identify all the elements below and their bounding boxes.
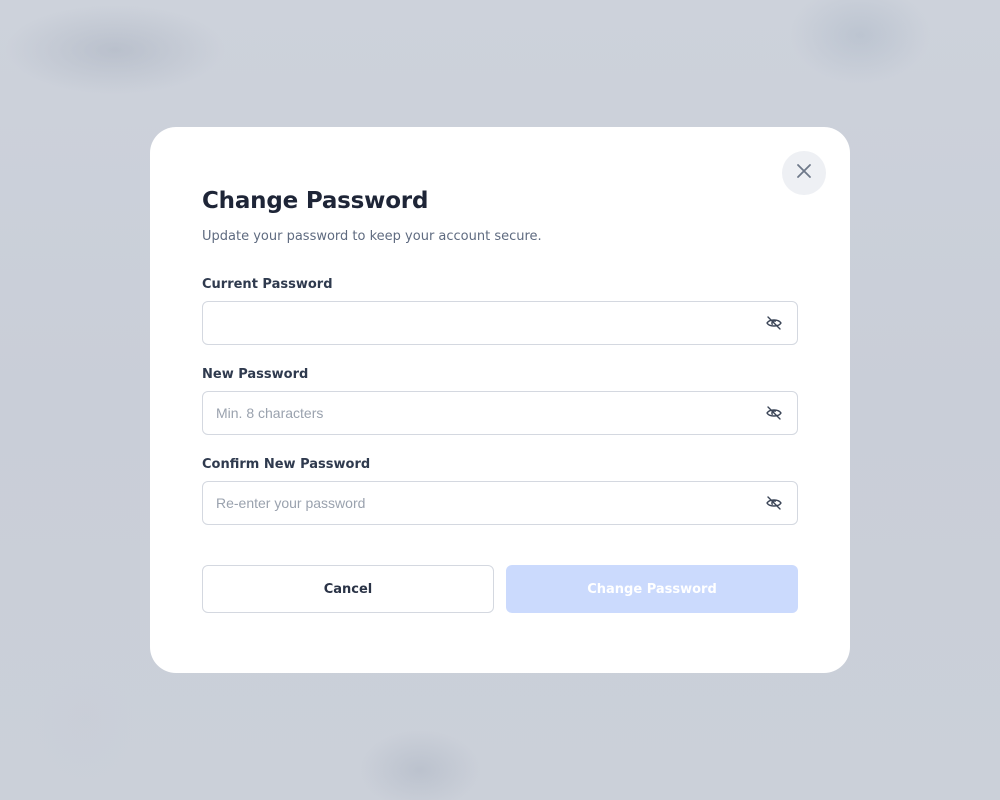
current-password-input[interactable] xyxy=(203,302,743,344)
eye-off-icon[interactable] xyxy=(765,494,783,512)
eye-off-icon[interactable] xyxy=(765,314,783,332)
new-password-input[interactable] xyxy=(203,392,743,434)
confirm-password-input[interactable] xyxy=(203,482,743,524)
dialog-subtitle: Update your password to keep your accoun… xyxy=(202,229,542,244)
cancel-button-label: Cancel xyxy=(323,581,373,597)
new-password-field xyxy=(202,391,798,435)
close-button[interactable] xyxy=(782,151,826,195)
confirm-password-label: Confirm New Password xyxy=(202,457,371,472)
current-password-field xyxy=(202,301,798,345)
close-icon xyxy=(796,163,812,183)
eye-off-icon[interactable] xyxy=(765,404,783,422)
confirm-password-field xyxy=(202,481,798,525)
cancel-button[interactable]: Cancel xyxy=(202,565,494,613)
new-password-label: New Password xyxy=(202,367,309,382)
change-password-button[interactable]: Change Password xyxy=(506,565,798,613)
current-password-label: Current Password xyxy=(202,277,333,292)
dialog-title: Change Password xyxy=(202,188,429,214)
change-password-dialog: Change Password Update your password to … xyxy=(150,127,850,673)
change-password-button-label: Change Password xyxy=(587,581,717,597)
